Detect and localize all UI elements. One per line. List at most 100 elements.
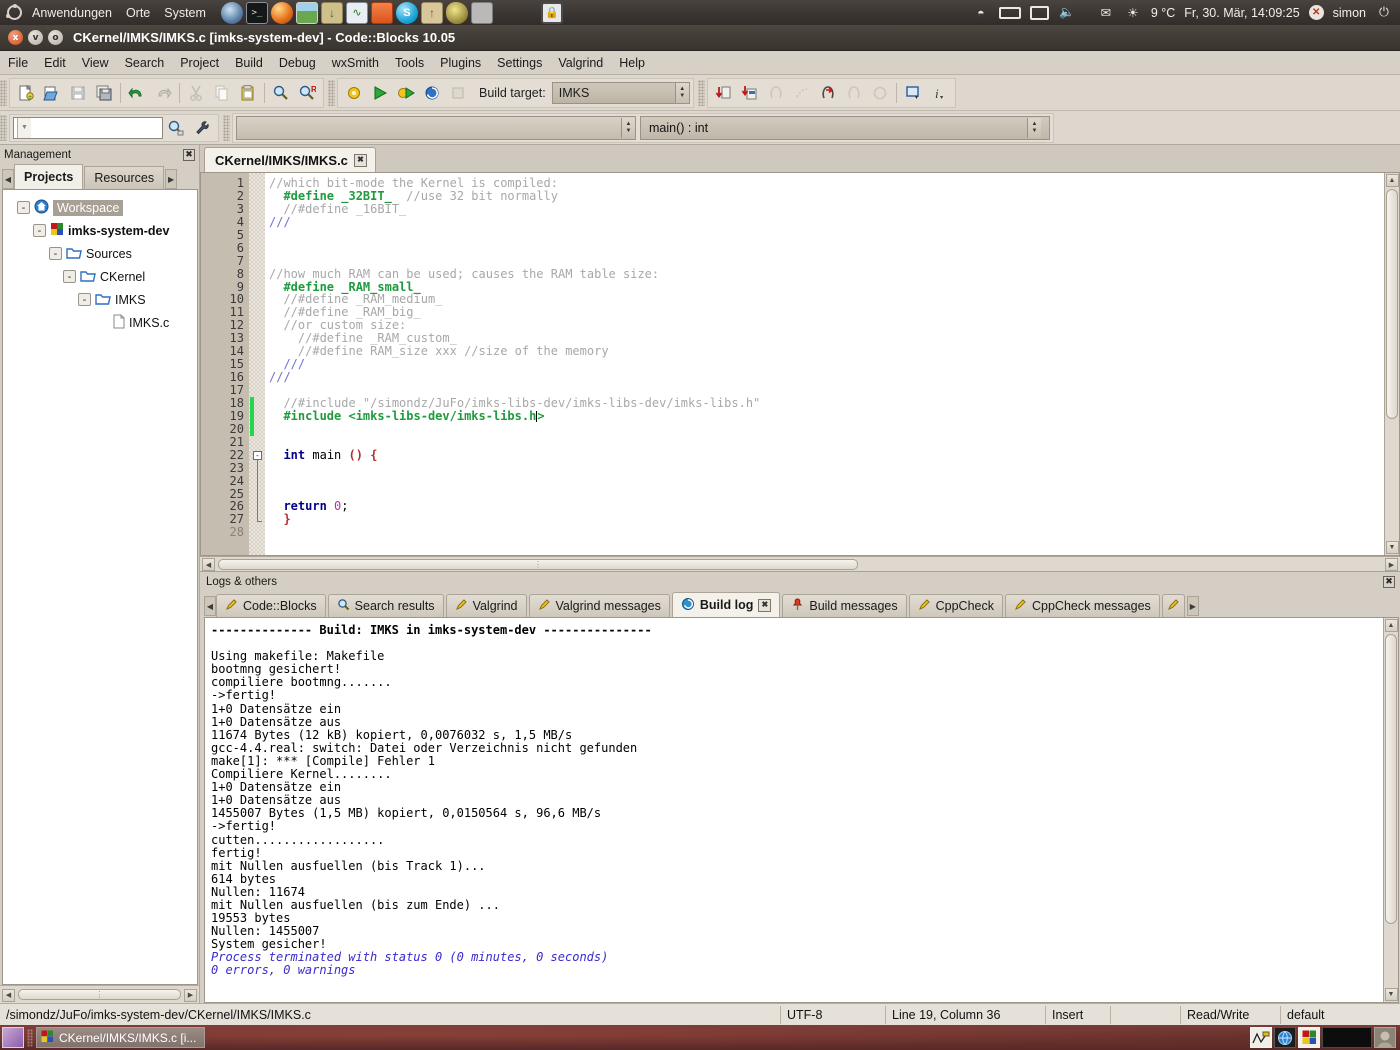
code-line[interactable]: #include <imks-libs-dev/imks-libs.h> [265,409,1384,423]
tree-toggle-icon[interactable]: - [49,247,62,260]
tab-search-results[interactable]: Search results [327,594,444,617]
menu-project[interactable]: Project [172,53,227,73]
menu-edit[interactable]: Edit [36,53,74,73]
ubuntu-logo-icon[interactable] [3,2,25,24]
tree-item-imks[interactable]: - IMKS [3,288,197,311]
build-icon[interactable] [341,80,367,106]
mouse-icon[interactable] [445,1,468,24]
battery-icon[interactable] [998,6,1021,19]
scroll-down-arrow-icon[interactable]: ▼ [1384,988,1398,1001]
abort-build-icon[interactable] [445,80,471,106]
tab-overflow[interactable] [1161,594,1185,617]
close-icon[interactable]: ✖ [758,598,772,612]
code-line[interactable]: /// [265,358,1384,371]
panel-menu-applications[interactable]: Anwendungen [25,3,119,23]
find-icon[interactable] [268,80,294,106]
search-history-dropdown-icon[interactable]: ▼ [17,117,31,138]
tab-valgrind[interactable]: Valgrind [445,594,527,617]
scroll-up-arrow-icon[interactable]: ▲ [1384,619,1398,632]
tab-scroll-right-icon[interactable]: ▶ [165,169,178,189]
editor-body[interactable]: 1 2 3 4 5 6 7 8 9 10 11 12 13 14 15 16 17 18 19 20 21 22 23 24 2… [200,172,1400,556]
scroll-left-arrow-icon[interactable]: ◀ [2,988,15,1002]
scope-spinner[interactable]: ▲ ▼ [1027,117,1041,138]
build-and-run-icon[interactable] [393,80,419,106]
code-line[interactable] [265,475,1384,488]
tree-item-project[interactable]: - imks-system-dev [3,219,197,242]
tab-codeblocks[interactable]: Code::Blocks [216,594,326,617]
download-icon[interactable]: ↓ [320,1,343,24]
management-hscrollbar[interactable]: ◀ ⋮ ▶ [0,985,199,1003]
code-line[interactable] [265,423,1384,436]
tab-cppcheck[interactable]: CppCheck [908,594,1003,617]
menu-wxsmith[interactable]: wxSmith [324,53,387,73]
tab-resources[interactable]: Resources [84,166,165,189]
close-icon[interactable]: ✖ [183,148,195,161]
taskbar-button-codeblocks[interactable]: CKernel/IMKS/IMKS.c [i... [36,1027,206,1048]
mail-icon[interactable]: ✉ [1097,4,1115,22]
build-target-select[interactable]: IMKS ▲ ▼ [551,81,690,104]
menu-build[interactable]: Build [227,53,271,73]
copy-icon[interactable] [209,80,235,106]
code-line[interactable]: /// [265,215,1384,229]
menu-tools[interactable]: Tools [387,53,432,73]
debug-next-instruction-icon[interactable] [789,80,815,106]
close-icon[interactable]: ✖ [353,153,367,167]
symbol-browser-spinner[interactable]: ▲ ▼ [621,117,635,138]
taskbar-grip[interactable] [27,1028,33,1047]
skype-icon[interactable]: S [395,1,418,24]
save-all-icon[interactable] [91,80,117,106]
firefox-icon[interactable] [270,1,293,24]
code-line[interactable]: //how much RAM can be used; causes the R… [265,267,1384,281]
debug-step-out-icon[interactable] [841,80,867,106]
panel-menu-places[interactable]: Orte [119,3,157,23]
menu-valgrind[interactable]: Valgrind [550,53,611,73]
file-manager-icon[interactable] [370,1,393,24]
settings-wrench-icon[interactable] [189,115,215,141]
build-log-content[interactable]: -------------- Build: IMKS in imks-syste… [204,617,1399,1003]
fold-toggle-icon[interactable]: - [253,450,262,460]
tree-item-file-imks-c[interactable]: IMKS.c [3,311,197,334]
code-line[interactable]: //#define RAM_size xxx //size of the mem… [265,345,1384,358]
evolution-icon[interactable] [220,1,243,24]
display-icon[interactable] [1029,5,1049,20]
find-in-files-icon[interactable] [163,115,189,141]
open-file-icon[interactable] [39,80,65,106]
debug-continue-icon[interactable] [711,80,737,106]
code-line[interactable] [265,526,1384,539]
scroll-down-arrow-icon[interactable]: ▼ [1385,541,1399,554]
log-vscrollbar[interactable]: ▲ ▼ [1383,618,1398,1002]
tree-toggle-icon[interactable]: - [63,270,76,283]
globe-icon[interactable] [1274,1027,1296,1048]
save-icon[interactable] [65,80,91,106]
system-monitor-icon[interactable]: ∿ [345,1,368,24]
tab-scroll-right-icon[interactable]: ▶ [1186,596,1199,616]
scroll-up-arrow-icon[interactable]: ▲ [1385,174,1399,187]
code-line[interactable]: } [265,513,1384,526]
scroll-right-arrow-icon[interactable]: ▶ [184,988,197,1002]
tab-scroll-left-icon[interactable]: ◀ [2,169,14,189]
cut-icon[interactable] [183,80,209,106]
menu-settings[interactable]: Settings [489,53,550,73]
scope-select[interactable]: main() : int ▲ ▼ [640,115,1050,140]
code-line[interactable] [265,462,1384,475]
volume-icon[interactable]: 🔈 [1058,4,1076,22]
toolbar-grip[interactable] [328,79,335,106]
tree-toggle-icon[interactable]: - [78,293,91,306]
black-icon[interactable] [1322,1027,1372,1048]
menu-search[interactable]: Search [117,53,173,73]
tree-toggle-icon[interactable]: - [33,224,46,237]
undo-icon[interactable] [124,80,150,106]
code-line[interactable] [265,229,1384,242]
symbol-browser-select[interactable]: ▲ ▼ [236,115,636,140]
project-tree[interactable]: - Workspace - imks-system-dev - Sources … [2,189,198,985]
code-line[interactable]: //#define _RAM_medium_ [265,293,1384,306]
editor-vscrollbar[interactable]: ▲ ▼ [1384,173,1399,555]
panel-clock[interactable]: Fr, 30. Mär, 14:09:25 [1184,6,1299,20]
code-line[interactable]: /// [265,371,1384,384]
hscroll-thumb[interactable]: ⋮ [218,558,858,570]
close-icon[interactable]: ✖ [1383,575,1395,588]
debug-next-line-icon[interactable] [763,80,789,106]
code-line[interactable]: //#define _16BIT_ [265,202,1384,216]
new-file-icon[interactable]: + [13,80,39,106]
run-icon[interactable] [367,80,393,106]
